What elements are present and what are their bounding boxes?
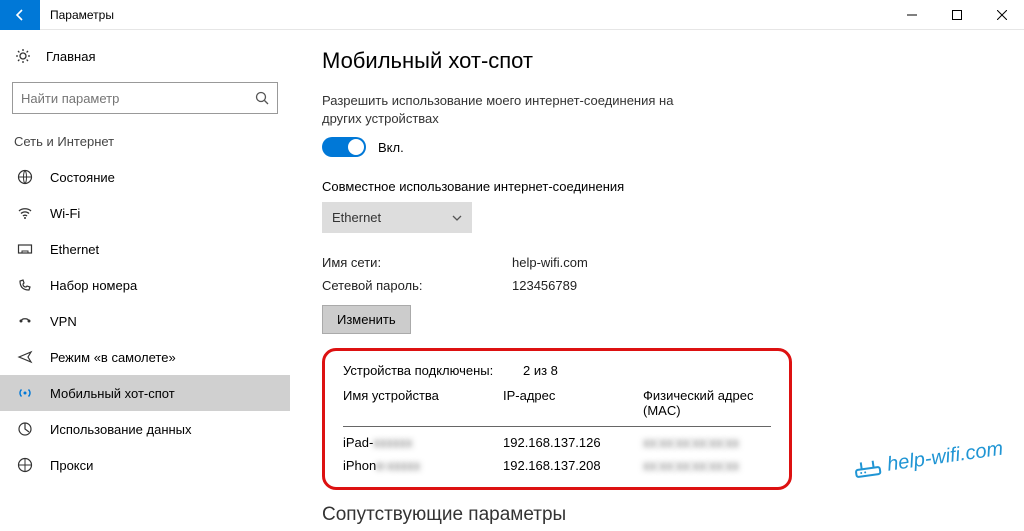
minimize-button[interactable] bbox=[889, 0, 934, 30]
sidebar-item-label: Прокси bbox=[36, 458, 93, 473]
sidebar-item-status[interactable]: Состояние bbox=[0, 159, 290, 195]
device-ip: 192.168.137.126 bbox=[503, 435, 643, 450]
connected-devices-panel: Устройства подключены: 2 из 8 Имя устрой… bbox=[322, 348, 792, 490]
device-name: iPhon bbox=[343, 458, 376, 473]
router-icon bbox=[853, 456, 884, 480]
device-row: iPad-xxxxxx 192.168.137.126 xx:xx:xx:xx:… bbox=[343, 427, 771, 450]
device-mac: xx:xx:xx:xx:xx:xx bbox=[643, 435, 771, 450]
wifi-icon bbox=[14, 205, 36, 221]
devices-connected-label: Устройства подключены: bbox=[343, 363, 523, 378]
network-password-value: 123456789 bbox=[512, 278, 577, 293]
hotspot-toggle[interactable] bbox=[322, 137, 366, 157]
sidebar-item-label: Использование данных bbox=[36, 422, 192, 437]
arrow-left-icon bbox=[12, 7, 28, 23]
search-icon bbox=[255, 91, 269, 105]
device-row: iPhone-xxxxx 192.168.137.208 xx:xx:xx:xx… bbox=[343, 450, 771, 473]
sidebar-item-label: Wi-Fi bbox=[36, 206, 80, 221]
network-name-label: Имя сети: bbox=[322, 255, 512, 270]
sidebar-item-hotspot[interactable]: Мобильный хот-спот bbox=[0, 375, 290, 411]
search-box[interactable] bbox=[12, 82, 278, 114]
sidebar-item-label: VPN bbox=[36, 314, 77, 329]
close-button[interactable] bbox=[979, 0, 1024, 30]
sidebar-item-label: Режим «в самолете» bbox=[36, 350, 176, 365]
related-heading: Сопутствующие параметры bbox=[322, 504, 1004, 526]
gear-icon bbox=[12, 48, 34, 64]
col-ip: IP-адрес bbox=[503, 388, 643, 418]
sidebar-item-vpn[interactable]: VPN bbox=[0, 303, 290, 339]
share-connection-select[interactable]: Ethernet bbox=[322, 202, 472, 233]
chevron-down-icon bbox=[432, 213, 462, 223]
device-name: iPad- bbox=[343, 435, 373, 450]
section-label: Сеть и Интернет bbox=[0, 128, 290, 159]
page-title: Мобильный хот-спот bbox=[322, 48, 1004, 74]
airplane-icon bbox=[14, 349, 36, 365]
status-icon bbox=[14, 169, 36, 185]
sidebar-item-ethernet[interactable]: Ethernet bbox=[0, 231, 290, 267]
sidebar-item-proxy[interactable]: Прокси bbox=[0, 447, 290, 483]
devices-connected-count: 2 из 8 bbox=[523, 363, 558, 378]
proxy-icon bbox=[14, 457, 36, 473]
search-input[interactable] bbox=[21, 91, 255, 106]
sidebar-item-datausage[interactable]: Использование данных bbox=[0, 411, 290, 447]
sidebar-item-label: Ethernet bbox=[36, 242, 99, 257]
toggle-description: Разрешить использование моего интернет-с… bbox=[322, 92, 702, 127]
hotspot-icon bbox=[14, 385, 36, 401]
device-name-blurred: e-xxxxx bbox=[376, 458, 420, 473]
back-button[interactable] bbox=[0, 0, 40, 30]
device-mac: xx:xx:xx:xx:xx:xx bbox=[643, 458, 771, 473]
window-title: Параметры bbox=[40, 8, 114, 22]
window-controls bbox=[889, 0, 1024, 30]
sidebar-item-airplane[interactable]: Режим «в самолете» bbox=[0, 339, 290, 375]
col-mac: Физический адрес (MAC) bbox=[643, 388, 771, 418]
home-label: Главная bbox=[34, 49, 95, 64]
maximize-button[interactable] bbox=[934, 0, 979, 30]
network-name-value: help-wifi.com bbox=[512, 255, 588, 270]
edit-button[interactable]: Изменить bbox=[322, 305, 411, 334]
ethernet-icon bbox=[14, 241, 36, 257]
sidebar: Главная Сеть и Интернет Состояние Wi-Fi … bbox=[0, 30, 290, 531]
sidebar-item-label: Набор номера bbox=[36, 278, 137, 293]
vpn-icon bbox=[14, 313, 36, 329]
sidebar-item-label: Состояние bbox=[36, 170, 115, 185]
device-name-blurred: xxxxxx bbox=[373, 435, 412, 450]
share-label: Совместное использование интернет-соедин… bbox=[322, 179, 1004, 194]
sidebar-item-wifi[interactable]: Wi-Fi bbox=[0, 195, 290, 231]
home-link[interactable]: Главная bbox=[0, 38, 290, 74]
toggle-state-label: Вкл. bbox=[378, 140, 404, 155]
device-ip: 192.168.137.208 bbox=[503, 458, 643, 473]
select-value: Ethernet bbox=[332, 210, 381, 225]
title-bar: Параметры bbox=[0, 0, 1024, 30]
col-device-name: Имя устройства bbox=[343, 388, 503, 418]
dialup-icon bbox=[14, 277, 36, 293]
datausage-icon bbox=[14, 421, 36, 437]
sidebar-item-dialup[interactable]: Набор номера bbox=[0, 267, 290, 303]
network-password-label: Сетевой пароль: bbox=[322, 278, 512, 293]
sidebar-item-label: Мобильный хот-спот bbox=[36, 386, 175, 401]
